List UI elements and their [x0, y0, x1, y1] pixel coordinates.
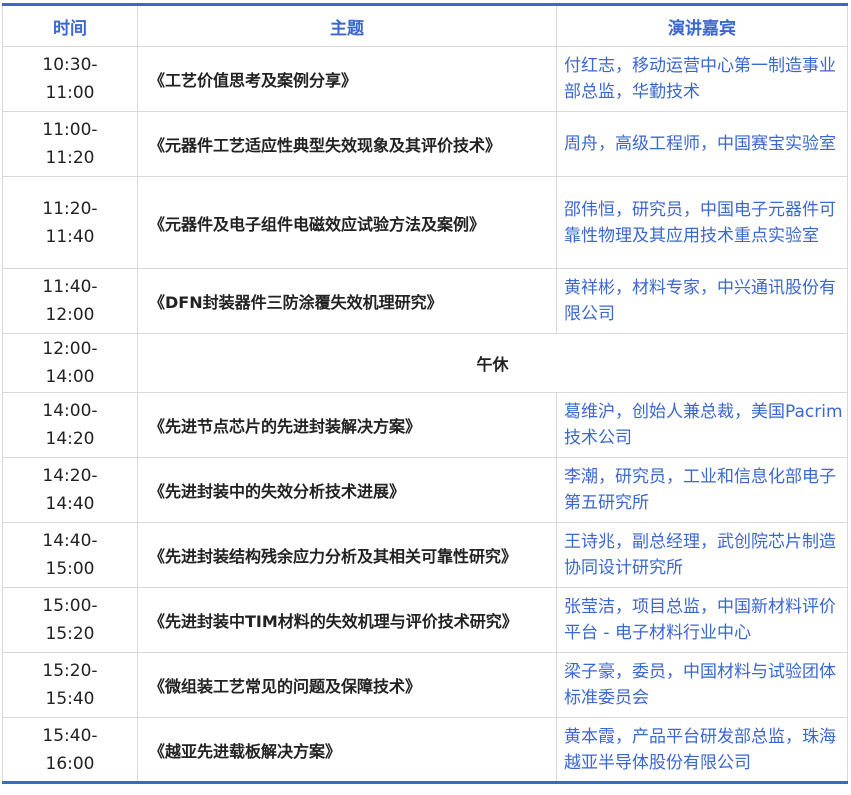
end-time: 11:00	[45, 83, 95, 103]
time-cell: 11:40- 12:00	[2, 268, 138, 334]
time-cell: 15:20- 15:40	[2, 652, 138, 718]
start-time: 15:20-	[42, 661, 98, 681]
table-row: 11:20- 11:40 《元器件及电子组件电磁效应试验方法及案例》 邵伟恒，研究…	[2, 176, 848, 269]
table-row: 14:20- 14:40 《先进封装中的失效分析技术进展》 李潮，研究员，工业和信…	[2, 457, 848, 523]
topic-cell: 《越亚先进载板解决方案》	[137, 717, 557, 783]
topic-cell: 《微组装工艺常见的问题及保障技术》	[137, 652, 557, 718]
header-row: 时间 主题 演讲嘉宾	[2, 4, 848, 47]
start-time: 12:00-	[42, 339, 98, 359]
topic-cell: 《先进封装中的失效分析技术进展》	[137, 457, 557, 523]
start-time: 14:00-	[42, 401, 98, 421]
time-cell: 14:40- 15:00	[2, 522, 138, 588]
start-time: 11:20-	[42, 198, 98, 219]
header-speaker: 演讲嘉宾	[556, 4, 848, 47]
speaker-cell: 梁子豪，委员，中国材料与试验团体标准委员会	[556, 652, 848, 718]
start-time: 10:30-	[42, 55, 98, 75]
topic-cell: 《元器件工艺适应性典型失效现象及其评价技术》	[137, 111, 557, 177]
end-time: 14:40	[45, 494, 95, 514]
table-row: 11:40- 12:00 《DFN封装器件三防涂覆失效机理研究》 黄祥彬，材料专家…	[2, 268, 848, 334]
end-time: 11:40	[45, 226, 95, 247]
table-row: 14:00- 14:20 《先进节点芯片的先进封装解决方案》 葛维沪，创始人兼总裁…	[2, 392, 848, 458]
end-time: 16:00	[45, 753, 95, 774]
time-cell: 11:20- 11:40	[2, 176, 138, 269]
time-cell: 10:30- 11:00	[2, 46, 138, 112]
speaker-cell: 邵伟恒，研究员，中国电子元器件可靠性物理及其应用技术重点实验室	[556, 176, 848, 269]
end-time: 12:00	[45, 305, 95, 325]
speaker-cell: 付红志，移动运营中心第一制造事业部总监，华勤技术	[556, 46, 848, 112]
header-topic: 主题	[137, 4, 557, 47]
speaker-cell: 葛维沪，创始人兼总裁，美国Pacrim技术公司	[556, 392, 848, 458]
end-time: 15:20	[45, 624, 95, 644]
topic-cell: 《先进节点芯片的先进封装解决方案》	[137, 392, 557, 458]
speaker-cell: 黄祥彬，材料专家，中兴通讯股份有限公司	[556, 268, 848, 334]
start-time: 14:20-	[42, 466, 98, 486]
time-cell: 15:40- 16:00	[2, 717, 138, 783]
table-row: 15:20- 15:40 《微组装工艺常见的问题及保障技术》 梁子豪，委员，中国材…	[2, 652, 848, 718]
time-cell: 15:00- 15:20	[2, 587, 138, 653]
topic-cell: 《先进封装结构残余应力分析及其相关可靠性研究》	[137, 522, 557, 588]
header-time: 时间	[2, 4, 138, 47]
speaker-cell: 王诗兆，副总经理，武创院芯片制造协同设计研究所	[556, 522, 848, 588]
start-time: 14:40-	[42, 531, 98, 551]
lunch-break-cell: 午休	[137, 333, 848, 393]
table-row: 15:00- 15:20 《先进封装中TIM材料的失效机理与评价技术研究》 张莹洁…	[2, 587, 848, 653]
end-time: 14:00	[45, 367, 95, 387]
table-row: 10:30- 11:00 《工艺价值思考及案例分享》 付红志，移动运营中心第一制造…	[2, 46, 848, 112]
speaker-cell: 周舟，高级工程师，中国赛宝实验室	[556, 111, 848, 177]
end-time: 15:00	[45, 559, 95, 579]
start-time: 11:40-	[42, 277, 98, 297]
table-row: 14:40- 15:00 《先进封装结构残余应力分析及其相关可靠性研究》 王诗兆，…	[2, 522, 848, 588]
agenda-table: 时间 主题 演讲嘉宾 10:30- 11:00 《工艺价值思考及案例分享》 付红志…	[2, 3, 848, 784]
time-cell: 14:00- 14:20	[2, 392, 138, 458]
topic-cell: 《先进封装中TIM材料的失效机理与评价技术研究》	[137, 587, 557, 653]
speaker-cell: 黄本霞，产品平台研发部总监，珠海越亚半导体股份有限公司	[556, 717, 848, 783]
start-time: 11:00-	[42, 120, 98, 140]
topic-cell: 《工艺价值思考及案例分享》	[137, 46, 557, 112]
speaker-cell: 张莹洁，项目总监，中国新材料评价平台 - 电子材料行业中心	[556, 587, 848, 653]
end-time: 15:40	[45, 689, 95, 709]
time-cell: 11:00- 11:20	[2, 111, 138, 177]
speaker-cell: 李潮，研究员，工业和信息化部电子第五研究所	[556, 457, 848, 523]
start-time: 15:40-	[42, 725, 98, 746]
start-time: 15:00-	[42, 596, 98, 616]
time-cell: 12:00- 14:00	[2, 333, 138, 393]
table-row: 15:40- 16:00 《越亚先进载板解决方案》 黄本霞，产品平台研发部总监，珠…	[2, 717, 848, 783]
topic-cell: 《DFN封装器件三防涂覆失效机理研究》	[137, 268, 557, 334]
table-row: 11:00- 11:20 《元器件工艺适应性典型失效现象及其评价技术》 周舟，高级…	[2, 111, 848, 177]
time-cell: 14:20- 14:40	[2, 457, 138, 523]
end-time: 14:20	[45, 429, 95, 449]
table-row-break: 12:00- 14:00 午休	[2, 333, 848, 393]
end-time: 11:20	[45, 148, 95, 168]
topic-cell: 《元器件及电子组件电磁效应试验方法及案例》	[137, 176, 557, 269]
